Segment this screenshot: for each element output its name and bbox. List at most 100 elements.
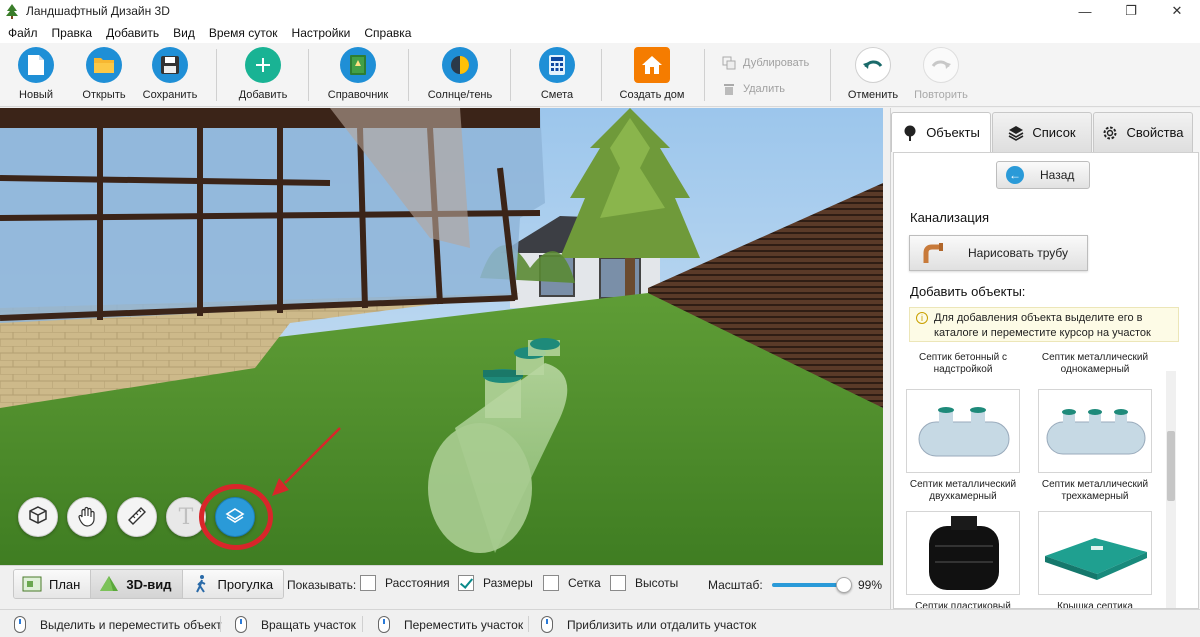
toolbar-separator: [308, 49, 309, 101]
tab-properties[interactable]: Свойства: [1093, 112, 1193, 152]
distances-label: Расстояния: [385, 576, 450, 590]
back-button[interactable]: ← Назад: [996, 161, 1090, 189]
draw-pipe-label: Нарисовать трубу: [968, 246, 1069, 260]
highlight-circle: [199, 484, 273, 550]
tab-properties-label: Свойства: [1126, 125, 1184, 140]
plus-icon: [245, 47, 281, 83]
menu-bar: Файл Правка Добавить Вид Время суток Нас…: [0, 22, 1200, 43]
ruler-button[interactable]: [117, 497, 157, 537]
new-label: Новый: [19, 89, 53, 101]
dimensions-checkbox-box[interactable]: [458, 575, 474, 591]
tab-list[interactable]: Список: [992, 112, 1092, 152]
status-select-move-label: Выделить и переместить объект: [40, 617, 222, 632]
3d-pyramid-icon: [99, 574, 119, 594]
heights-checkbox-box[interactable]: [610, 575, 626, 591]
scale-slider[interactable]: [772, 577, 852, 593]
tab-objects-label: Объекты: [926, 125, 980, 140]
cubes-view-button[interactable]: [18, 497, 58, 537]
gear-icon: [1102, 125, 1118, 141]
panel-scrollbar[interactable]: [1166, 371, 1176, 608]
object-name: Септик металлический трехкамерный: [1041, 479, 1149, 502]
catalog-item[interactable]: Септик металлический трехкамерный: [1036, 389, 1154, 505]
close-button[interactable]: ✕: [1154, 0, 1200, 22]
redo-button[interactable]: Повторить: [905, 47, 977, 101]
text-tool-icon: T: [178, 504, 194, 530]
distances-checkbox-box[interactable]: [360, 575, 376, 591]
undo-icon: [855, 47, 891, 83]
status-move-label: Переместить участок: [404, 617, 524, 632]
pipe-icon: [922, 241, 946, 265]
catalog-item[interactable]: Септик пластиковый накопительный: [904, 511, 1022, 608]
create-house-button[interactable]: Создать дом: [616, 47, 688, 101]
object-thumbnail[interactable]: [906, 511, 1020, 595]
status-rotate: Вращать участок: [235, 616, 356, 633]
menu-add[interactable]: Добавить: [100, 26, 167, 40]
undo-label: Отменить: [847, 89, 899, 101]
3d-view-label: 3D-вид: [126, 576, 172, 592]
info-icon: i: [916, 312, 928, 324]
pan-hand-button[interactable]: [67, 497, 107, 537]
menu-settings[interactable]: Настройки: [286, 26, 359, 40]
reference-label: Справочник: [327, 89, 389, 101]
grid-checkbox[interactable]: Сетка: [543, 575, 601, 591]
walk-view-button[interactable]: Прогулка: [182, 570, 284, 598]
tree-icon: [902, 125, 918, 141]
arrow-left-icon: ←: [1006, 166, 1024, 184]
duplicate-icon: [722, 56, 736, 70]
scale-slider-thumb[interactable]: [836, 577, 852, 593]
new-button[interactable]: Новый: [0, 47, 72, 101]
tab-objects[interactable]: Объекты: [891, 112, 991, 152]
minimize-button[interactable]: —: [1062, 0, 1108, 22]
toolbar: Новый Открыть Сохранить Добавить Справоч…: [0, 43, 1200, 107]
delete-button[interactable]: Удалить: [722, 82, 785, 96]
object-name: Септик металлический двухкамерный: [909, 479, 1017, 502]
draw-pipe-button[interactable]: Нарисовать трубу: [909, 235, 1088, 271]
delete-label: Удалить: [743, 83, 785, 95]
object-thumbnail[interactable]: [1038, 511, 1152, 595]
grid-checkbox-box[interactable]: [543, 575, 559, 591]
heights-checkbox[interactable]: Высоты: [610, 575, 678, 591]
toolbar-separator: [510, 49, 511, 101]
maximize-button[interactable]: ❐: [1108, 0, 1154, 22]
add-button[interactable]: Добавить: [227, 47, 299, 101]
save-button[interactable]: Сохранить: [134, 47, 206, 101]
mouse-left-icon: [14, 616, 26, 633]
menu-time-of-day[interactable]: Время суток: [203, 26, 286, 40]
menu-help[interactable]: Справка: [358, 26, 419, 40]
object-thumbnail[interactable]: [906, 389, 1020, 473]
ruler-icon: [126, 505, 148, 530]
catalog-item[interactable]: Септик металлический двухкамерный: [904, 389, 1022, 505]
status-separator: [362, 616, 363, 632]
scale-label: Масштаб:: [708, 578, 763, 592]
category-title: Канализация: [910, 210, 989, 225]
toolbar-separator: [408, 49, 409, 101]
septic-lid-image: [1045, 538, 1147, 580]
reference-button[interactable]: Справочник: [322, 47, 394, 101]
window-title: Ландшафтный Дизайн 3D: [26, 4, 170, 18]
hand-icon: [76, 505, 98, 530]
object-thumbnail[interactable]: [1038, 389, 1152, 473]
menu-edit[interactable]: Правка: [46, 26, 101, 40]
toolbar-separator: [216, 49, 217, 101]
sun-shadow-label: Солнце/тень: [427, 89, 493, 101]
estimate-button[interactable]: Смета: [521, 47, 593, 101]
status-separator: [528, 616, 529, 632]
catalog-item[interactable]: Крышка септика: [1036, 511, 1154, 608]
menu-view[interactable]: Вид: [167, 26, 203, 40]
dimensions-checkbox[interactable]: Размеры: [458, 575, 533, 591]
folder-icon: [86, 47, 122, 83]
undo-button[interactable]: Отменить: [837, 47, 909, 101]
floppy-disk-icon: [152, 47, 188, 83]
distances-checkbox[interactable]: Расстояния: [360, 575, 450, 591]
menu-file[interactable]: Файл: [2, 26, 46, 40]
plan-view-button[interactable]: План: [14, 570, 92, 598]
sun-shadow-button[interactable]: Солнце/тень: [424, 47, 496, 101]
scrollbar-thumb[interactable]: [1167, 431, 1175, 501]
mouse-wheel-icon: [541, 616, 553, 633]
trash-icon: [722, 82, 736, 96]
open-button[interactable]: Открыть: [68, 47, 140, 101]
create-house-label: Создать дом: [619, 89, 685, 101]
duplicate-button[interactable]: Дублировать: [722, 56, 809, 70]
3d-view-button[interactable]: 3D-вид: [91, 570, 183, 598]
new-file-icon: [18, 47, 54, 83]
